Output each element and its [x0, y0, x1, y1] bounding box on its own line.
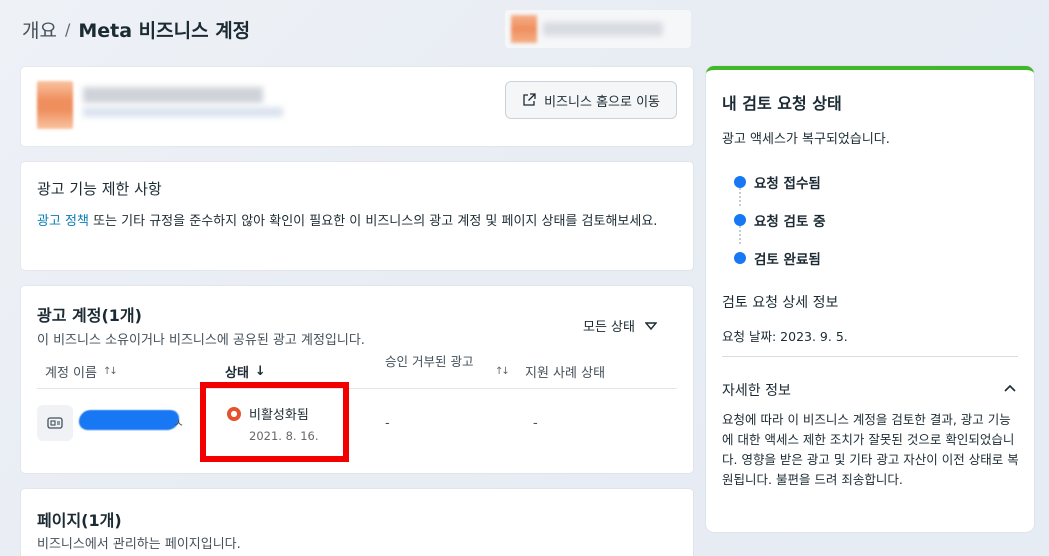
restrictions-card: 광고 기능 제한 사항 광고 정책 또는 기타 규정을 준수하지 않아 확인이 … — [21, 162, 693, 270]
review-step-completed: 검토 완료됨 — [734, 248, 821, 268]
status-highlight-box — [200, 382, 349, 462]
business-home-button[interactable]: 비즈니스 홈으로 이동 — [505, 81, 677, 119]
review-step-received: 요청 접수됨 — [734, 172, 821, 192]
step-dot-icon — [734, 214, 746, 226]
ad-account-glyph-icon — [47, 417, 63, 429]
sort-icon: ↑↓ — [102, 366, 118, 377]
breadcrumb-overview-link[interactable]: 개요 — [22, 16, 57, 43]
business-avatar — [37, 81, 73, 129]
review-subtitle: 광고 액세스가 복구되었습니다. — [722, 132, 890, 147]
review-step-label: 요청 접수됨 — [754, 176, 821, 192]
business-name-redacted — [543, 22, 663, 36]
review-title: 내 검토 요청 상태 — [722, 94, 842, 113]
restrictions-text: 또는 기타 규정을 준수하지 않아 확인이 필요한 이 비즈니스의 광고 계정 … — [88, 214, 658, 229]
pages-subtitle: 비즈니스에서 관리하는 페이지입니다. — [37, 537, 241, 552]
more-info-text: 요청에 따라 이 비즈니스 계정을 검토한 결과, 광고 기능에 대한 액세스 … — [722, 412, 1019, 487]
sort-descending-icon: ↓ — [254, 364, 266, 379]
review-step-in-review: 요청 검토 중 — [734, 210, 826, 230]
column-header-rejected-ads-label: 승인 거부된 광고 — [385, 354, 474, 369]
review-divider — [722, 356, 1018, 357]
ad-accounts-subtitle: 이 비즈니스 소유이거나 비즈니스에 공유된 광고 계정입니다. — [37, 333, 365, 348]
ad-account-name-suffix: ㅅ — [173, 416, 185, 430]
column-header-support-status[interactable]: 지원 사례 상태 — [525, 362, 605, 381]
column-header-status-label: 상태 — [225, 366, 249, 381]
step-connector — [739, 188, 741, 206]
page-title: Meta 비즈니스 계정 — [78, 19, 251, 42]
support-status-value: - — [533, 416, 538, 431]
review-step-label: 요청 검토 중 — [754, 214, 826, 230]
business-home-label: 비즈니스 홈으로 이동 — [544, 94, 660, 110]
more-info-toggle[interactable]: 자세한 정보 — [722, 380, 791, 400]
restrictions-description: 광고 정책 또는 기타 규정을 준수하지 않아 확인이 필요한 이 비즈니스의 … — [37, 211, 677, 233]
business-avatar-small — [511, 15, 537, 43]
review-status-card: 내 검토 요청 상태 광고 액세스가 복구되었습니다. 요청 접수됨 요청 검토… — [706, 66, 1034, 532]
external-link-icon — [523, 93, 536, 106]
column-header-name-label: 계정 이름 — [45, 366, 97, 381]
pages-title: 페이지(1개) — [37, 511, 122, 530]
sort-icon[interactable]: ↑↓ — [495, 366, 510, 377]
table-divider — [37, 388, 677, 389]
ad-accounts-card: 광고 계정(1개) 이 비즈니스 소유이거나 비즈니스에 공유된 광고 계정입니… — [21, 286, 693, 473]
column-header-status[interactable]: 상태 ↓ — [225, 362, 266, 381]
chevron-up-icon[interactable] — [1004, 384, 1016, 392]
rejected-ads-value: - — [385, 416, 390, 431]
ad-account-icon — [37, 405, 73, 441]
breadcrumb-separator: / — [64, 19, 71, 39]
caret-down-icon — [644, 321, 657, 330]
review-request-date: 요청 날짜: 2023. 9. 5. — [722, 329, 848, 344]
restrictions-title: 광고 기능 제한 사항 — [37, 180, 162, 198]
business-card: 비즈니스 홈으로 이동 — [21, 67, 693, 146]
review-details-title: 검토 요청 상세 정보 — [722, 295, 839, 311]
step-dot-icon — [734, 252, 746, 264]
column-header-rejected-ads[interactable]: 승인 거부된 광고 — [385, 354, 481, 370]
column-header-name[interactable]: 계정 이름 ↑↓ — [45, 362, 118, 381]
column-header-support-status-label: 지원 사례 상태 — [525, 366, 606, 381]
status-filter-dropdown[interactable]: 모든 상태 — [583, 316, 657, 335]
pages-card: 페이지(1개) 비즈니스에서 관리하는 페이지입니다. — [21, 489, 693, 556]
business-switcher[interactable] — [505, 10, 691, 48]
ad-account-name-redacted[interactable] — [77, 410, 183, 432]
step-connector — [739, 226, 741, 244]
ad-accounts-title: 광고 계정(1개) — [37, 306, 142, 325]
business-name-redacted — [83, 87, 263, 103]
review-step-label: 검토 완료됨 — [754, 252, 821, 268]
breadcrumb: 개요 / Meta 비즈니스 계정 — [22, 14, 250, 44]
business-id-redacted — [83, 107, 283, 117]
step-dot-icon — [734, 176, 746, 188]
status-filter-label: 모든 상태 — [583, 320, 635, 335]
ad-policy-link[interactable]: 광고 정책 — [37, 214, 89, 229]
